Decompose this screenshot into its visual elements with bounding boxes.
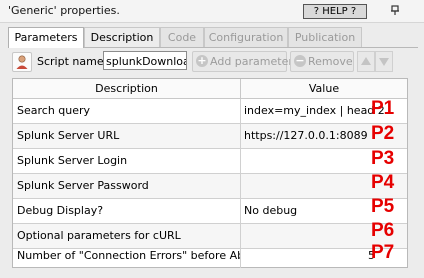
row-value[interactable]: https://127.0.0.1:8089 xyxy=(241,124,384,148)
pin-icon[interactable] xyxy=(387,2,403,18)
script-name-input[interactable]: splunkDownload xyxy=(103,51,187,70)
marker-p7: P7 xyxy=(371,242,395,263)
title-bar: 'Generic' properties. ? HELP ? xyxy=(0,0,424,23)
marker-p3: P3 xyxy=(371,148,395,169)
remove-button[interactable]: − Remove xyxy=(290,51,354,72)
tab-description[interactable]: Description xyxy=(84,27,160,47)
tab-configuration[interactable]: Configuration xyxy=(204,27,288,47)
help-button[interactable]: ? HELP ? xyxy=(303,4,367,19)
remove-label: Remove xyxy=(308,55,353,68)
column-header-value[interactable]: Value xyxy=(241,79,407,98)
table-row[interactable]: Splunk Server Password xyxy=(13,174,407,199)
plus-icon: + xyxy=(196,54,208,67)
row-value[interactable] xyxy=(241,149,384,173)
table-row[interactable]: Debug Display? No debug xyxy=(13,199,407,224)
script-name-label: Script name: xyxy=(37,55,108,68)
window-title: 'Generic' properties. xyxy=(8,4,120,17)
parameters-table: Description Value Search query index=my_… xyxy=(12,78,408,268)
add-parameter-label: Add parameter xyxy=(210,55,293,68)
tab-bar: Parameters Description Code Configuratio… xyxy=(8,27,418,48)
arrow-down-icon xyxy=(379,58,389,66)
table-row[interactable]: Search query index=my_index | head 20 xyxy=(13,99,407,124)
marker-p5: P5 xyxy=(371,196,395,217)
row-description: Splunk Server URL xyxy=(13,124,241,148)
row-value[interactable]: No debug xyxy=(241,199,384,223)
row-description: Debug Display? xyxy=(13,199,241,223)
marker-p1: P1 xyxy=(371,98,395,119)
table-header: Description Value xyxy=(13,79,407,99)
marker-p6: P6 xyxy=(371,220,395,241)
table-row[interactable]: Splunk Server Login xyxy=(13,149,407,174)
row-value[interactable]: 5 xyxy=(241,244,375,268)
tab-code[interactable]: Code xyxy=(160,27,204,47)
row-description: Search query xyxy=(13,99,241,123)
row-value[interactable] xyxy=(241,174,384,198)
arrow-up-icon xyxy=(361,57,371,65)
move-up-button[interactable] xyxy=(357,51,375,72)
minus-icon: − xyxy=(294,54,306,67)
tab-publication[interactable]: Publication xyxy=(288,27,362,47)
column-header-description[interactable]: Description xyxy=(13,79,241,98)
row-description: Number of "Connection Errors" before Ab.… xyxy=(13,244,241,268)
table-row[interactable]: Number of "Connection Errors" before Ab.… xyxy=(13,244,407,268)
marker-p4: P4 xyxy=(371,172,395,193)
row-description: Splunk Server Login xyxy=(13,149,241,173)
script-person-icon[interactable] xyxy=(12,52,32,72)
move-down-button[interactable] xyxy=(375,51,393,72)
add-parameter-button[interactable]: + Add parameter xyxy=(192,51,293,72)
parameters-toolbar: Script name: splunkDownload + Add parame… xyxy=(12,51,418,73)
row-value[interactable]: index=my_index | head 20 xyxy=(241,99,384,123)
table-row[interactable]: Splunk Server URL https://127.0.0.1:8089 xyxy=(13,124,407,149)
tab-parameters[interactable]: Parameters xyxy=(8,27,84,48)
row-description: Splunk Server Password xyxy=(13,174,241,198)
marker-p2: P2 xyxy=(371,123,395,144)
